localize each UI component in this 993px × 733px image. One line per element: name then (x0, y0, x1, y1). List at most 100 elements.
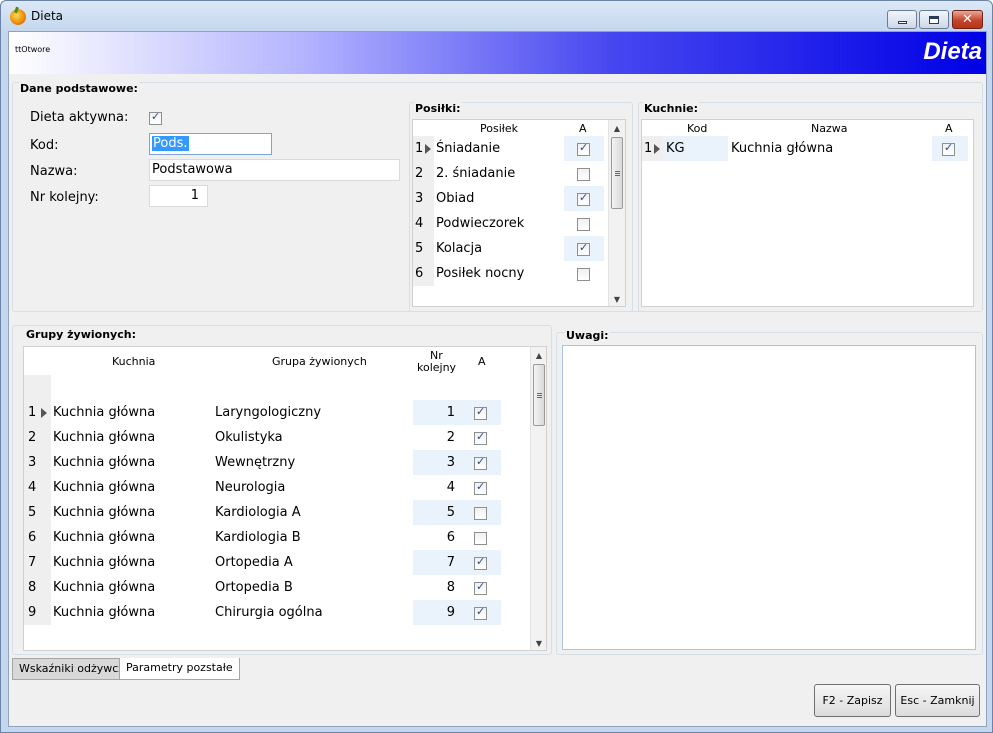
scroll-up-icon[interactable]: ▲ (609, 120, 625, 136)
notes-label: Uwagi: (565, 329, 610, 342)
current-row-icon (654, 144, 660, 154)
group-kitchen: Kuchnia główna (53, 605, 156, 620)
meals-grid[interactable]: Posiłek A 1 Śniadanie 2 2. śniadanie 3 Obiad 4… (412, 119, 626, 307)
groups-filter-cells[interactable] (51, 375, 499, 400)
row-checkbox[interactable] (474, 480, 487, 496)
meal-row[interactable]: 2 2. śniadanie (413, 161, 608, 186)
group-order: 7 (413, 550, 461, 575)
row-checkbox[interactable] (577, 241, 590, 257)
meal-row[interactable]: 4 Podwieczorek (413, 211, 608, 236)
code-label: Kod: (30, 138, 59, 153)
row-checkbox[interactable] (577, 167, 590, 182)
row-checkbox[interactable] (577, 217, 590, 232)
row-checkbox[interactable] (474, 506, 487, 521)
checked-icon (474, 555, 487, 570)
group-row[interactable]: 1 Kuchnia główna Laryngologiczny 1 (24, 400, 502, 425)
row-checkbox[interactable] (577, 141, 590, 157)
kitchens-col-code: Kod (687, 122, 708, 135)
groups-col-a: A (478, 355, 486, 368)
groups-grid[interactable]: Kuchnia Grupa żywionych Nr kolejny A 1 Ku… (23, 346, 547, 651)
banner-status-text: ttOtwore (15, 45, 51, 54)
group-row[interactable]: 5 Kuchnia główna Kardiologia A 5 (24, 500, 502, 525)
checked-icon (577, 191, 590, 206)
row-number: 3 (28, 455, 37, 470)
meal-row[interactable]: 3 Obiad (413, 186, 608, 211)
row-checkbox[interactable] (577, 267, 590, 282)
group-row[interactable]: 9 Kuchnia główna Chirurgia ogólna 9 (24, 600, 502, 625)
groups-label: Grupy żywionych: (25, 328, 137, 341)
row-checkbox[interactable] (474, 405, 487, 421)
title-bar[interactable]: Dieta ✕ (1, 1, 992, 31)
group-row[interactable]: 8 Kuchnia główna Ortopedia B 8 (24, 575, 502, 600)
row-checkbox[interactable] (474, 430, 487, 446)
groups-scrollbar[interactable]: ▲ ▼ (530, 347, 546, 650)
notes-group: Uwagi: (556, 329, 983, 655)
row-checkbox[interactable] (474, 555, 487, 571)
meal-row[interactable]: 5 Kolacja (413, 236, 608, 261)
group-row[interactable]: 6 Kuchnia główna Kardiologia B 6 (24, 525, 502, 550)
group-name: Ortopedia B (215, 580, 293, 595)
unchecked-icon (577, 168, 590, 181)
kitchens-col-a: A (945, 122, 953, 135)
checked-icon (474, 430, 487, 445)
code-field[interactable]: Pods. (149, 133, 272, 155)
close-button[interactable]: Esc - Zamknij (895, 684, 980, 717)
unchecked-icon (577, 268, 590, 281)
client-area: ttOtwore Dieta Dane podstawowe: Dieta ak… (8, 31, 987, 727)
meal-row[interactable]: 1 Śniadanie (413, 136, 608, 161)
scroll-down-icon[interactable]: ▼ (531, 635, 546, 650)
tab-other-params[interactable]: Parametry pozstałe (119, 658, 240, 680)
notes-textarea[interactable] (562, 345, 976, 650)
row-number: 5 (28, 505, 37, 520)
group-kitchen: Kuchnia główna (53, 430, 156, 445)
groups-filter-row[interactable] (24, 375, 51, 400)
row-checkbox[interactable] (474, 455, 487, 471)
meal-name: Posiłek nocny (436, 266, 525, 281)
code-value: Pods. (152, 136, 189, 151)
scroll-down-icon[interactable]: ▼ (609, 291, 625, 306)
row-checkbox[interactable] (577, 191, 590, 207)
order-label: Nr kolejny: (30, 190, 99, 205)
row-number: 7 (28, 555, 37, 570)
row-number: 8 (28, 580, 37, 595)
close-window-button[interactable]: ✕ (952, 10, 983, 29)
groups-col-order-2: kolejny (417, 361, 457, 374)
group-row[interactable]: 7 Kuchnia główna Ortopedia A 7 (24, 550, 502, 575)
group-row[interactable]: 2 Kuchnia główna Okulistyka 2 (24, 425, 502, 450)
group-row[interactable]: 4 Kuchnia główna Neurologia 4 (24, 475, 502, 500)
groups-col-kitchen: Kuchnia (112, 355, 156, 368)
scroll-up-icon[interactable]: ▲ (531, 347, 546, 363)
row-checkbox[interactable] (942, 141, 955, 157)
row-checkbox[interactable] (474, 605, 487, 621)
row-checkbox[interactable] (474, 580, 487, 596)
unchecked-icon (577, 218, 590, 231)
kitchens-label: Kuchnie: (643, 102, 699, 115)
kitchen-code: KG (663, 136, 728, 161)
kitchen-row[interactable]: 1 KG Kuchnia główna (642, 136, 972, 161)
save-button[interactable]: F2 - Zapisz (814, 684, 891, 717)
minimize-button[interactable] (887, 10, 917, 29)
banner-title: Dieta (923, 38, 982, 65)
group-row[interactable]: 3 Kuchnia główna Wewnętrzny 3 (24, 450, 502, 475)
name-field[interactable]: Podstawowa (149, 159, 400, 181)
group-name: Kardiologia A (215, 505, 301, 520)
kitchens-grid[interactable]: Kod Nazwa A 1 KG Kuchnia główna (641, 119, 974, 307)
group-kitchen: Kuchnia główna (53, 530, 156, 545)
scroll-thumb[interactable] (533, 364, 545, 426)
group-name: Okulistyka (215, 430, 283, 445)
meals-scrollbar[interactable]: ▲ ▼ (608, 120, 625, 306)
row-number: 2 (415, 166, 424, 181)
group-order: 4 (446, 480, 455, 495)
meal-row[interactable]: 6 Posiłek nocny (413, 261, 608, 286)
group-name: Chirurgia ogólna (215, 605, 323, 620)
active-checkbox[interactable] (149, 110, 162, 126)
group-order: 1 (413, 400, 461, 425)
row-checkbox[interactable] (474, 531, 487, 546)
maximize-button[interactable] (919, 10, 949, 29)
group-kitchen: Kuchnia główna (53, 505, 156, 520)
scroll-thumb[interactable] (611, 137, 623, 209)
name-label: Nazwa: (30, 164, 78, 179)
group-kitchen: Kuchnia główna (53, 405, 156, 420)
checked-icon (474, 480, 487, 495)
order-field[interactable]: 1 (149, 185, 208, 207)
